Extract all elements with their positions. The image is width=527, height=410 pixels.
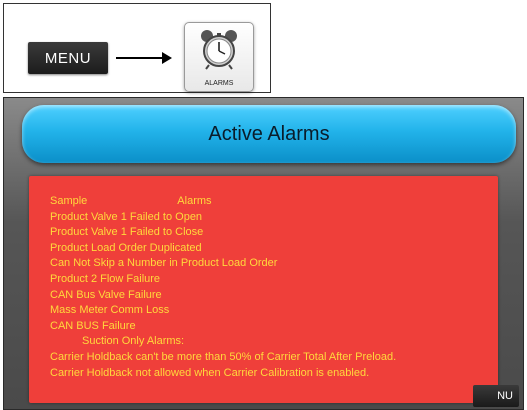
list-item: Carrier Holdback not allowed when Carrie… bbox=[50, 366, 370, 379]
list-item: Carrier Holdback can't be more than 50% … bbox=[50, 350, 397, 363]
title-bar: Active Alarms bbox=[22, 105, 516, 163]
alarms-button-label: ALARMS bbox=[204, 80, 234, 87]
menu-corner-label: NU bbox=[497, 390, 513, 402]
hmi-screen: Active Alarms Sample Alarms Product Valve… bbox=[3, 97, 524, 410]
list-item: Product Load Order Duplicated bbox=[50, 241, 202, 254]
list-item: CAN BUS Failure bbox=[50, 319, 136, 332]
list-item: Mass Meter Comm Loss bbox=[50, 304, 170, 317]
suction-heading: Suction Only Alarms: bbox=[82, 335, 185, 348]
header-right: Alarms bbox=[177, 195, 212, 207]
list-item: CAN Bus Valve Failure bbox=[50, 288, 162, 301]
arrow-right-icon bbox=[116, 52, 172, 64]
list-item: Product Valve 1 Failed to Close bbox=[50, 226, 204, 239]
alarms-button[interactable]: ALARMS bbox=[184, 22, 254, 92]
list-item: Can Not Skip a Number in Product Load Or… bbox=[50, 257, 278, 270]
page-title: Active Alarms bbox=[208, 122, 330, 145]
menu-button[interactable]: MENU bbox=[28, 42, 108, 74]
list-item: Product Valve 1 Failed to Open bbox=[50, 210, 203, 223]
instruction-panel: MENU ALARMS bbox=[3, 3, 271, 93]
alarm-clock-icon bbox=[201, 30, 237, 70]
active-alarms-list: Sample Alarms Product Valve 1 Failed to O… bbox=[29, 176, 498, 403]
header-left: Sample bbox=[50, 195, 88, 207]
menu-corner-button[interactable]: NU bbox=[473, 385, 519, 407]
list-item: Product 2 Flow Failure bbox=[50, 272, 161, 285]
menu-button-label: MENU bbox=[44, 49, 92, 67]
alarm-list-header: Sample Alarms bbox=[50, 194, 498, 210]
